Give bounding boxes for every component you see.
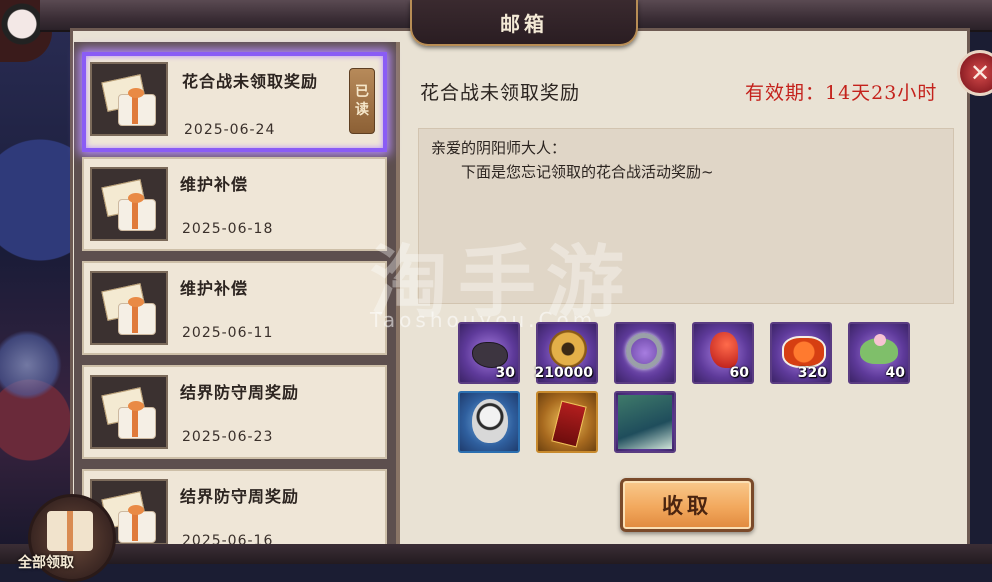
reward-slot-0[interactable]: 30 <box>458 322 520 384</box>
mail-title: 结界防守周奖励 <box>180 383 300 402</box>
message-body: 下面是您忘记领取的花合战活动奖励~ <box>461 163 714 181</box>
reward-slot-7[interactable] <box>536 391 598 453</box>
collect-button-label: 收取 <box>662 493 712 518</box>
validity-period: 有效期：14天23小时 <box>745 82 938 104</box>
read-tag-char-2: 读 <box>355 102 369 118</box>
reward-slot-2[interactable] <box>614 322 676 384</box>
mail-package-icon <box>101 179 158 233</box>
mail-package-icon <box>101 387 158 441</box>
background-scene <box>0 0 80 564</box>
mail-icon-frame <box>90 271 168 345</box>
gift-box-icon <box>47 511 93 551</box>
bottom-bar <box>0 544 992 564</box>
daruma-material-icon <box>472 399 508 443</box>
mail-date: 2025-06-11 <box>182 325 274 341</box>
moon-decoration <box>0 330 62 400</box>
reward-slot-6[interactable] <box>458 391 520 453</box>
gold-coin-icon <box>549 330 587 368</box>
shikigami-portrait-icon <box>618 395 672 449</box>
read-tag-char-1: 已 <box>355 84 369 100</box>
reward-qty: 40 <box>885 365 905 381</box>
read-tag: 已 读 <box>349 68 375 134</box>
mail-date: 2025-06-23 <box>182 429 274 445</box>
collect-all-label[interactable]: 全部领取 <box>18 552 74 572</box>
window-title: 邮箱 <box>500 11 548 36</box>
mail-detail-title: 花合战未领取奖励 <box>420 82 581 104</box>
reward-slot-8[interactable] <box>614 391 676 453</box>
mail-icon-frame <box>90 167 168 241</box>
mail-title: 结界防守周奖励 <box>180 487 300 506</box>
mail-item-3[interactable]: 结界防守周奖励 2025-06-23 <box>82 365 387 459</box>
jade-ring-icon <box>626 333 662 369</box>
reward-slot-1[interactable]: 210000 <box>534 322 598 384</box>
mail-package-icon <box>101 74 158 128</box>
sakura-petal-decoration <box>874 334 886 346</box>
message-greeting: 亲爱的阴阳师大人： <box>431 139 567 157</box>
mail-date: 2025-06-24 <box>184 122 276 138</box>
close-icon: ✕ <box>970 59 991 87</box>
window-title-plate: 邮箱 <box>410 0 638 46</box>
reward-slot-4[interactable]: 320 <box>770 322 832 384</box>
mail-item-1[interactable]: 维护补偿 2025-06-18 <box>82 157 387 251</box>
mail-title: 维护补偿 <box>180 279 249 298</box>
mail-item-4[interactable]: 结界防守周奖励 2025-06-16 <box>82 469 387 549</box>
red-magatama-icon <box>710 332 738 368</box>
reward-slot-5[interactable]: 40 <box>848 322 910 384</box>
mail-icon-frame <box>90 62 168 136</box>
reward-qty: 60 <box>729 365 749 381</box>
mail-title: 维护补偿 <box>180 175 249 194</box>
mail-item-2[interactable]: 维护补偿 2025-06-11 <box>82 261 387 355</box>
red-ticket-icon <box>551 400 587 448</box>
reward-qty: 30 <box>495 365 515 381</box>
mail-package-icon <box>101 283 158 337</box>
mail-title: 花合战未领取奖励 <box>182 72 319 91</box>
mail-item-0[interactable]: 花合战未领取奖励 2025-06-24 已 读 <box>82 52 387 152</box>
mail-icon-frame <box>90 375 168 449</box>
mail-date: 2025-06-18 <box>182 221 274 237</box>
collect-button[interactable]: 收取 <box>620 478 754 532</box>
sushi-icon <box>782 336 826 368</box>
reward-slot-3[interactable]: 60 <box>692 322 754 384</box>
reward-qty: 210000 <box>534 365 593 381</box>
reward-qty: 320 <box>797 365 827 381</box>
